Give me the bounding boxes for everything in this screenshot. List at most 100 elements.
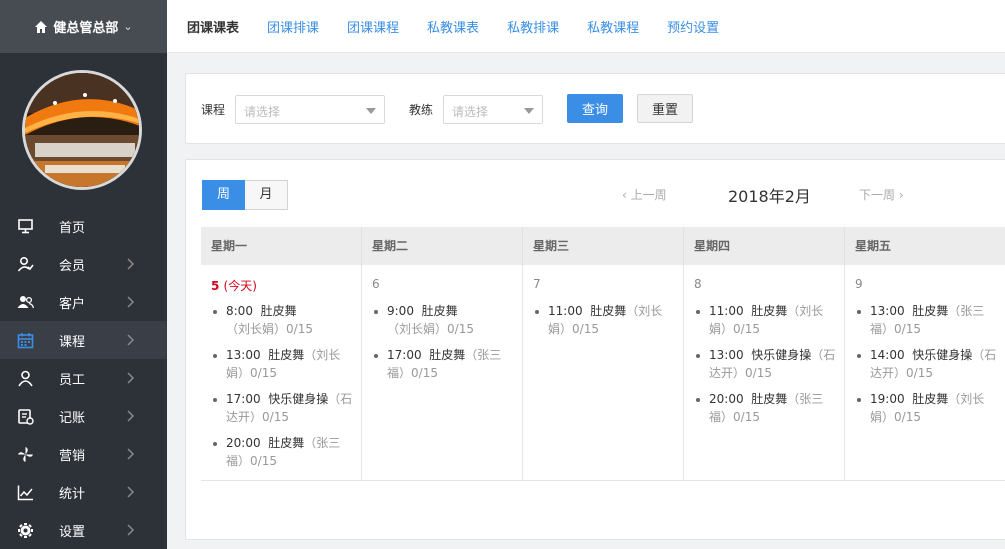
day-column-friday: 星期五 9 13:00 肚皮舞（张三福）0/15 14:00 快乐健身操（石达开… [845,227,1005,481]
schedule-event[interactable]: 19:00 肚皮舞（刘长娟）0/15 [855,390,997,426]
prev-week-label: 上一周 [630,188,667,202]
weekday-header: 星期四 [684,227,845,265]
tab-booking-settings[interactable]: 预约设置 [667,17,719,36]
event-time: 19:00 [870,392,905,406]
brand-name: 健总管总部 [53,21,119,36]
schedule-event[interactable]: 9:00 肚皮舞 （刘长娟）0/15 [372,302,514,338]
sidebar-item-label: 客户 [59,296,86,312]
tab-private-arrange[interactable]: 私教排课 [507,17,559,36]
date-number: 6 [372,277,380,291]
sidebar-item-settings[interactable]: 设置 [0,511,167,549]
next-week-button[interactable]: 下一周 › [859,186,904,203]
sidebar-item-label: 营销 [59,448,86,464]
schedule-event[interactable]: 20:00 肚皮舞（张三福）0/15 [694,390,836,426]
schedule-event[interactable]: 8:00 肚皮舞 （刘长娟）0/15 [211,302,353,338]
schedule-event[interactable]: 13:00 肚皮舞（张三福）0/15 [855,302,997,338]
course-select[interactable]: 请选择 [235,95,385,124]
brand-switcher[interactable]: 健总管总部 ⌄ [0,0,167,53]
chevron-right-icon [127,410,135,422]
sidebar-item-marketing[interactable]: 营销 [0,435,167,473]
event-count: 0/15 [733,410,760,424]
filter-panel: 课程 请选择 教练 请选择 查询 重置 [185,73,1005,144]
event-count: 0/15 [572,322,599,336]
sidebar-item-statistics[interactable]: 统计 [0,473,167,511]
avatar [22,70,142,190]
day-cell[interactable]: 9 13:00 肚皮舞（张三福）0/15 14:00 快乐健身操（石达开）0/1… [845,265,1005,481]
monitor-icon [18,219,33,234]
day-cell[interactable]: 7 11:00 肚皮舞（刘长娟）0/15 [523,265,684,481]
tab-group-class-courses[interactable]: 团课课程 [347,17,399,36]
day-cell[interactable]: 5 (今天) 8:00 肚皮舞（刘长娟）0/15 13:00 肚皮舞（刘长娟）0… [201,265,362,481]
event-name: 肚皮舞 [268,436,305,450]
tab-private-courses[interactable]: 私教课程 [587,17,639,36]
prev-week-button[interactable]: ‹ 上一周 [622,186,667,203]
week-grid: 星期一 5 (今天) 8:00 肚皮舞（刘长娟）0/15 13:00 肚皮舞（刘… [201,227,1005,481]
event-time: 20:00 [226,436,261,450]
schedule-event[interactable]: 11:00 肚皮舞（刘长娟）0/15 [533,302,675,338]
schedule-event[interactable]: 13:00 快乐健身操（石达开）0/15 [694,346,836,382]
day-column-monday: 星期一 5 (今天) 8:00 肚皮舞（刘长娟）0/15 13:00 肚皮舞（刘… [201,227,362,481]
chevron-right-icon [127,296,135,308]
sidebar-item-customers[interactable]: 客户 [0,283,167,321]
sidebar-item-members[interactable]: 会员 [0,245,167,283]
date-number: 9 [855,277,863,291]
event-time: 11:00 [709,304,744,318]
day-cell[interactable]: 8 11:00 肚皮舞（刘长娟）0/15 13:00 快乐健身操（石达开）0/1… [684,265,845,481]
event-count: 0/15 [894,322,921,336]
event-name: 快乐健身操 [268,392,329,406]
event-time: 13:00 [226,348,261,362]
sidebar-item-label: 统计 [59,486,86,502]
date-number: 5 [211,279,220,293]
weekday-header: 星期一 [201,227,362,265]
course-select-placeholder: 请选择 [244,105,281,119]
reset-button[interactable]: 重置 [637,94,693,123]
schedule-event[interactable]: 20:00 肚皮舞（张三福）0/15 [211,434,353,470]
chevron-right-icon: › [895,188,904,202]
line-chart-icon [17,485,33,501]
event-count: 0/15 [250,366,277,380]
month-view-button[interactable]: 月 [245,180,288,210]
day-cell[interactable]: 6 9:00 肚皮舞（刘长娟）0/15 17:00 肚皮舞（张三福）0/15 [362,265,523,481]
event-name: 肚皮舞 [912,304,949,318]
chevron-right-icon [127,448,135,460]
date-number: 8 [694,277,702,291]
query-button[interactable]: 查询 [567,94,623,123]
ledger-icon [18,409,34,425]
schedule-event[interactable]: 17:00 快乐健身操（石达开）0/15 [211,390,353,426]
chevron-right-icon [127,486,135,498]
today-label: (今天) [223,279,257,293]
schedule-event[interactable]: 13:00 肚皮舞（刘长娟）0/15 [211,346,353,382]
sidebar-item-courses[interactable]: 课程 [0,321,167,359]
schedule-event[interactable]: 14:00 快乐健身操（石达开）0/15 [855,346,997,382]
day-column-tuesday: 星期二 6 9:00 肚皮舞（刘长娟）0/15 17:00 肚皮舞（张三福）0/… [362,227,523,481]
chevron-left-icon: ‹ [622,188,631,202]
event-name: 肚皮舞 [268,348,305,362]
sidebar-item-label: 记账 [59,410,86,426]
chevron-right-icon [127,372,135,384]
event-name: 肚皮舞 [751,392,788,406]
user-icon [18,370,33,387]
top-nav: 团课课表 团课排课 团课课程 私教课表 私教排课 私教课程 预约设置 [187,0,747,53]
event-coach: （刘长娟） [226,322,287,336]
view-toggle: 周 月 [202,180,288,210]
sidebar-item-label: 首页 [59,220,86,236]
coach-select-placeholder: 请选择 [452,105,489,119]
sidebar-item-label: 员工 [59,372,86,388]
schedule-event[interactable]: 11:00 肚皮舞（刘长娟）0/15 [694,302,836,338]
day-column-thursday: 星期四 8 11:00 肚皮舞（刘长娟）0/15 13:00 快乐健身操（石达开… [684,227,845,481]
schedule-event[interactable]: 17:00 肚皮舞（张三福）0/15 [372,346,514,382]
weekday-header: 星期二 [362,227,523,265]
event-count: 0/15 [262,410,289,424]
chevron-right-icon [127,524,135,536]
tab-group-class-arrange[interactable]: 团课排课 [267,17,319,36]
tab-private-schedule[interactable]: 私教课表 [427,17,479,36]
week-view-button[interactable]: 周 [202,180,245,210]
sidebar-item-ledger[interactable]: 记账 [0,397,167,435]
sidebar-item-staff[interactable]: 员工 [0,359,167,397]
tab-group-class-schedule[interactable]: 团课课表 [187,17,239,36]
sidebar-item-home[interactable]: 首页 [0,207,167,245]
course-label: 课程 [201,103,226,117]
event-count: 0/15 [286,322,313,336]
member-icon [17,256,34,272]
coach-select[interactable]: 请选择 [443,95,543,124]
